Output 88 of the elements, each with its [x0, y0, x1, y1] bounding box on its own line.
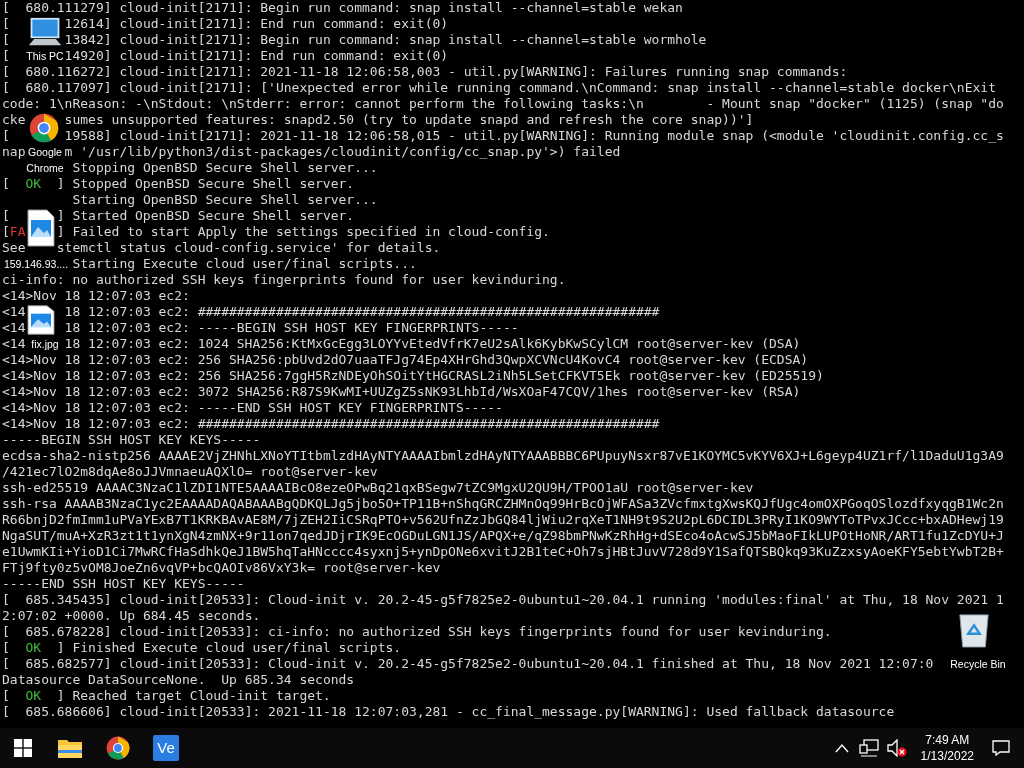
console-text: -----BEGIN SSH HOST KEY KEYS----- [2, 432, 261, 448]
status-bracket: ] [56, 640, 65, 656]
desktop-icon-label[interactable]: fix.jpg [31, 336, 59, 352]
console-text: <14>Nov 18 12:07:03 ec2: -----END SSH HOST KEY FINGERPRINTS----- [2, 400, 503, 416]
console-text: [ 680.116272] cloud-init[2171]: 2021-11-18 12:06:58,003 - util.py[WARNING]: Failures running snap commands: [2, 64, 848, 80]
console-text: ecdsa-sha2-nistp256 AAAAE2VjZHNhLXNoYTItbmlzdHAyNTYAAAAIbmlzdHAyNTYAAABBBC6PUpuyNsxr87vE1KOYMC5vKYV6XJ+L6geyp4UZ1rf/l1DaduU1g3A9 [2, 448, 1004, 464]
console-text: <14 [2, 320, 26, 336]
clock-date[interactable]: 1/13/2022 [920, 748, 974, 764]
console-text: e1UwmKIi+YioD1Ci7MwRCfHaSdhkQeJ1BW5hqTaHNcccc4syxnj5+ynDpONe6xvitJ2B1teC+Oh7sjHBtJuvV728d9Y1SafQTSBQkq93KuZzxsyAoeKFY5ebtYwbT2B+ [2, 544, 1004, 560]
console-text: /421ec7lO2m8dqAe8oJJVmnaeuAQXlO= root@server-kev [2, 464, 378, 480]
console-text: Failed to start Apply the settings specified in cloud-config. [72, 224, 550, 240]
computer-icon [27, 17, 63, 47]
desktop-icon-label[interactable]: 159.146.93.... [3, 256, 69, 272]
chrome-icon [29, 113, 59, 143]
console-text: [ [2, 32, 10, 48]
console-text: <14 [2, 336, 26, 352]
app-taskbar-icon[interactable]: Ve [153, 735, 179, 761]
console-text: nap [2, 144, 26, 160]
status-label: OK [25, 640, 42, 656]
console-text: Starting Execute cloud user/final scripts... [72, 256, 417, 272]
console-text: Starting OpenBSD Secure Shell server... [72, 192, 378, 208]
clock-time[interactable]: 7:49 AM [925, 732, 970, 748]
console-text: 19588] cloud-init[2171]: 2021-11-18 12:06:58,015 - util.py[WARNING]: Running module snap (<module 'cloudinit.config.cc_s [64, 128, 1004, 144]
console-text: <14 [2, 304, 26, 320]
console-text: ssh-ed25519 AAAAC3NzaC1lZDI1NTE5AAAAIBcO8ezeOPwBq21qxBSegw7tZC9MgxU2QU9H/TPOO1aU root@server-kev [2, 480, 754, 496]
status-label: OK [25, 688, 42, 704]
image-file-icon [27, 305, 55, 335]
windows-start-icon[interactable] [14, 739, 32, 757]
desktop-icon-label[interactable]: This PC [26, 48, 64, 64]
console-text: 2:07:02 +0000. Up 684.45 seconds. [2, 608, 261, 624]
console-text: [ 680.111279] cloud-init[2171]: Begin run command: snap install --channel=stable wekan [2, 0, 683, 16]
console-text: R66bnjD2fmImm1uPVaYExB7T1KRKBAvAE8M/7jZEH2IiCSRqPTO+v562UfnZzJbGQ84ljWiu2rqXeT1NH9t9S2U2pL6DCIDL3PRyI1KO9WYToTPvxJCcc+bxADHewj19 [2, 512, 1004, 528]
chrome-icon[interactable] [106, 736, 130, 760]
console-text: FTj9fty0z5vOM8JoeZn6vqVP+bcQAOIv86VxY3k= root@server-kev [2, 560, 441, 576]
status-bracket: [ [2, 176, 10, 192]
network-icon[interactable] [858, 739, 879, 757]
console-text: <14>Nov 18 12:07:03 ec2: ########################################################### [2, 416, 660, 432]
status-bracket: [ [2, 224, 10, 240]
status-bracket: ] [56, 208, 65, 224]
console-text: Started OpenBSD Secure Shell server. [72, 208, 355, 224]
console-text: [ 685.682577] cloud-init[20533]: Cloud-init v. 20.2-45-g5f7825e2-0ubuntu1~20.04.1 finished at Thu, 18 Nov 2021 12:07:0 [2, 656, 934, 672]
desktop-icon-label[interactable]: Recycle Bin [950, 656, 1006, 672]
console-text: See [2, 240, 26, 256]
console-text: sumes unsupported features: snapd2.50 (try to update snapd and refresh the core snap))'] [64, 112, 754, 128]
console-text: [ [2, 16, 10, 32]
console-text: Stopped OpenBSD Secure Shell server. [72, 176, 355, 192]
console-text: <14>Nov 18 12:07:03 ec2: 256 SHA256:7ggH5RzNDEyOhSOitYtHGCRASL2iNh5LSetCFKVT5Ek root@server-kev (ED25519) [2, 368, 824, 384]
console-text: [ 685.686606] cloud-init[20533]: 2021-11-18 12:07:03,281 - cc_final_message.py[WARNING]: Used fallback datasource [2, 704, 895, 720]
console-text: Finished Execute cloud user/final scripts. [72, 640, 402, 656]
speaker-muted-icon[interactable] [886, 739, 907, 757]
console-text: NgaSUT/muA+XzR3zt1t1ynXgN4zmNX+9r11on7qedJDjrIK9EcOGDuLGN1JS/APQX+e/qZ98bmPNwKzRhHg+dSEco4oAcwSJ5bMaoFIkLUPOtHoNR/ART1fu1ZcDYU+J [2, 528, 1004, 544]
console-text: -----END SSH HOST KEY KEYS----- [2, 576, 245, 592]
console-text: 14920] cloud-init[2171]: End run command: exit(0) [64, 48, 449, 64]
console-text: [ [2, 128, 10, 144]
console-text: 18 12:07:03 ec2: ########################################################### [64, 304, 660, 320]
console-text: ssh-rsa AAAAB3NzaC1yc2EAAAADAQABAAABgQDKQLJg5jbo5O+TP11B+nShqGRCZHMnOq99HrBcOjWFASa3ZVcfmxtgXwsKQJfUgc4omOXPGoqOSlozdfxyqgB1Wc2n [2, 496, 1004, 512]
notification-icon[interactable] [992, 740, 1010, 756]
console-text: cke [2, 112, 26, 128]
status-bracket: [ [2, 688, 10, 704]
console-text: [ [2, 48, 10, 64]
console-text: code: 1\nReason: -\nStdout: \nStderr: error: cannot perform the following tasks:\n - Mount snap "docker" (1125) (snap "do [2, 96, 1004, 112]
console-text: Datasource DataSourceNone. Up 685.34 seconds [2, 672, 355, 688]
console-text: <14>Nov 18 12:07:03 ec2: 256 SHA256:pbUvd2dO7uaaTFJg74Ep4XHrGhd3QwpXCVNcU4KovC4 root@server-kev (ECDSA) [2, 352, 809, 368]
status-label: OK [25, 176, 42, 192]
status-bracket: ] [56, 176, 65, 192]
console-text: <14>Nov 18 12:07:03 ec2: [2, 288, 190, 304]
console-text: [ 680.117097] cloud-init[2171]: ['Unexpected error while running command.\nCommand: snap install --channel=stable docker\nExit [2, 80, 996, 96]
chevron-up-icon[interactable] [834, 743, 849, 753]
folder-icon[interactable] [58, 738, 82, 758]
status-bracket: [ [2, 208, 10, 224]
console-text: Stopping OpenBSD Secure Shell server... [72, 160, 378, 176]
desktop-icon-label[interactable]: Google Chrome [26, 144, 64, 176]
console-text: ci-info: no authorized SSH keys fingerprints found for user kevinduring. [2, 272, 566, 288]
status-bracket: [ [2, 640, 10, 656]
console-text: 18 12:07:03 ec2: -----BEGIN SSH HOST KEY FINGERPRINTS----- [64, 320, 519, 336]
console-text: 13842] cloud-init[2171]: Begin run command: snap install --channel=stable wormhole [64, 32, 707, 48]
status-bracket: ] [56, 688, 65, 704]
image-file-icon [27, 209, 55, 247]
console-text: [ 685.345435] cloud-init[20533]: Cloud-init v. 20.2-45-g5f7825e2-0ubuntu1~20.04.1 running 'modules:final' at Thu, 18 Nov 2021 1 [2, 592, 1004, 608]
console-text: 18 12:07:03 ec2: 1024 SHA256:KtMxGcEgg3LOYYvEtedVfrK7eU2sAlk6KybKwSCylCM root@server-kev (DSA) [64, 336, 801, 352]
console-text: Reached target Cloud-init target. [72, 688, 331, 704]
status-bracket: ] [56, 224, 65, 240]
console-text: 12614] cloud-init[2171]: End run command: exit(0) [64, 16, 449, 32]
console-text: stemctl status cloud-config.service' for details. [56, 240, 441, 256]
console-text: <14>Nov 18 12:07:03 ec2: 3072 SHA256:R87S9KwMI+UUZgZ5sNK93LhbId/WsXOaF47CQV/1hes root@server-kev (RSA) [2, 384, 801, 400]
console-text: [ 685.678228] cloud-init[20533]: ci-info: no authorized SSH keys fingerprints found for user kevinduring. [2, 624, 832, 640]
console-text: m '/usr/lib/python3/dist-packages/cloudinit/config/cc_snap.py'>) failed [64, 144, 621, 160]
status-label: FA [9, 224, 26, 240]
